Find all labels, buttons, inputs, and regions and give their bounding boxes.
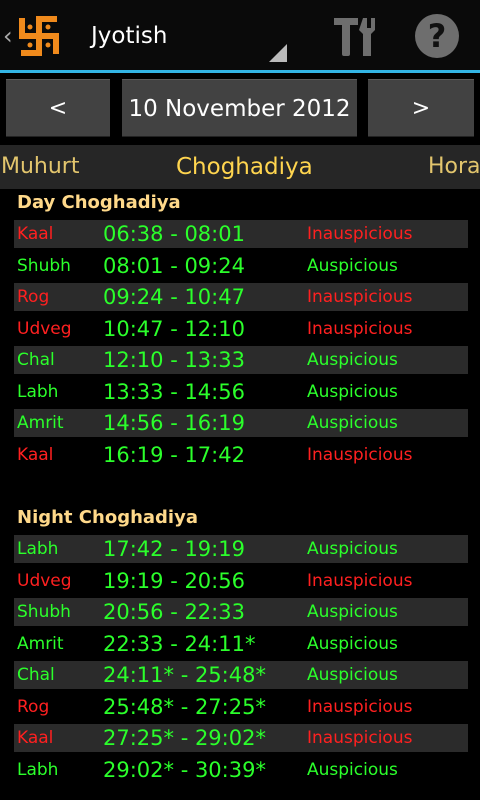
table-row: Rog 25:48* - 27:25* Inauspicious (14, 693, 465, 721)
status-label: Inauspicious (307, 318, 413, 339)
time-range: 13:33 - 14:56 (103, 379, 245, 404)
table-row: Labh 17:42 - 19:19 Auspicious (14, 535, 468, 563)
table-row: Amrit 22:33 - 24:11* Auspicious (14, 630, 465, 658)
table-row: Labh 29:02* - 30:39* Auspicious (14, 756, 465, 784)
help-icon[interactable]: ? (415, 14, 459, 58)
time-range: 17:42 - 19:19 (101, 535, 304, 563)
app-title-spinner[interactable]: Jyotish (91, 22, 167, 50)
time-range: 27:25* - 29:02* (101, 724, 304, 752)
choghadiya-name: Chal (14, 661, 101, 689)
choghadiya-name: Udveg (17, 318, 72, 339)
status-label: Auspicious (307, 759, 398, 780)
choghadiya-name: Udveg (17, 570, 72, 591)
tab-muhurt[interactable]: Muhurt (1, 145, 79, 189)
status-label: Inauspicious (307, 570, 413, 591)
choghadiya-name: Rog (17, 696, 50, 717)
time-range: 20:56 - 22:33 (101, 598, 304, 626)
choghadiya-name: Labh (17, 381, 59, 402)
choghadiya-name: Rog (14, 283, 101, 311)
time-range: 08:01 - 09:24 (103, 253, 245, 278)
choghadiya-name: Shubh (17, 255, 71, 276)
table-row: Shubh 20:56 - 22:33 Auspicious (14, 598, 468, 626)
choghadiya-name: Shubh (14, 598, 101, 626)
action-bar: ‹ Jyotish ? (0, 0, 480, 70)
date-picker-button[interactable]: 10 November 2012 (122, 79, 357, 137)
swastika-logo-icon[interactable] (17, 14, 61, 58)
next-day-button[interactable]: > (368, 79, 474, 137)
time-range: 19:19 - 20:56 (103, 568, 245, 593)
choghadiya-name: Amrit (17, 633, 64, 654)
time-range: 06:38 - 08:01 (101, 220, 304, 248)
table-row: Kaal 06:38 - 08:01 Inauspicious (14, 220, 468, 248)
status-label: Auspicious (307, 255, 398, 276)
choghadiya-name: Amrit (14, 409, 101, 437)
table-row: Amrit 14:56 - 16:19 Auspicious (14, 409, 468, 437)
status-label: Auspicious (304, 598, 468, 626)
tools-icon[interactable] (332, 14, 378, 60)
choghadiya-name: Kaal (14, 220, 101, 248)
choghadiya-name: Labh (17, 759, 59, 780)
tab-choghadiya[interactable]: Choghadiya (176, 145, 313, 189)
choghadiya-name: Chal (14, 346, 101, 374)
table-row: Kaal 27:25* - 29:02* Inauspicious (14, 724, 468, 752)
choghadiya-name: Labh (14, 535, 101, 563)
table-row: Udveg 10:47 - 12:10 Inauspicious (14, 315, 465, 343)
chevron-left-icon[interactable]: ‹ (3, 22, 13, 50)
time-range: 14:56 - 16:19 (101, 409, 304, 437)
table-row: Chal 24:11* - 25:48* Auspicious (14, 661, 468, 689)
status-label: Inauspicious (304, 220, 468, 248)
time-range: 09:24 - 10:47 (101, 283, 304, 311)
time-range: 10:47 - 12:10 (103, 316, 245, 341)
table-row: Chal 12:10 - 13:33 Auspicious (14, 346, 468, 374)
action-bar-accent-line (0, 70, 480, 73)
status-label: Auspicious (304, 346, 468, 374)
choghadiya-name: Kaal (14, 724, 101, 752)
status-label: Auspicious (307, 381, 398, 402)
table-row: Udveg 19:19 - 20:56 Inauspicious (14, 567, 465, 595)
tab-strip: Muhurt Choghadiya Hora (0, 145, 480, 189)
table-row: Shubh 08:01 - 09:24 Auspicious (14, 252, 465, 280)
status-label: Inauspicious (304, 283, 468, 311)
time-range: 22:33 - 24:11* (103, 631, 256, 656)
previous-day-button[interactable]: < (6, 79, 110, 137)
status-label: Auspicious (304, 661, 468, 689)
time-range: 25:48* - 27:25* (103, 694, 266, 719)
table-row: Rog 09:24 - 10:47 Inauspicious (14, 283, 468, 311)
status-label: Auspicious (307, 633, 398, 654)
status-label: Inauspicious (307, 696, 413, 717)
time-range: 24:11* - 25:48* (101, 661, 304, 689)
status-label: Auspicious (304, 409, 468, 437)
status-label: Inauspicious (307, 444, 413, 465)
time-range: 16:19 - 17:42 (103, 442, 245, 467)
day-choghadiya-title: Day Choghadiya (17, 192, 181, 213)
table-row: Kaal 16:19 - 17:42 Inauspicious (14, 441, 465, 469)
time-range: 29:02* - 30:39* (103, 757, 266, 782)
status-label: Inauspicious (304, 724, 468, 752)
spinner-indicator-icon (269, 44, 287, 62)
night-choghadiya-title: Night Choghadiya (17, 507, 198, 528)
status-label: Auspicious (304, 535, 468, 563)
time-range: 12:10 - 13:33 (101, 346, 304, 374)
table-row: Labh 13:33 - 14:56 Auspicious (14, 378, 465, 406)
tab-hora[interactable]: Hora (428, 145, 480, 189)
choghadiya-name: Kaal (17, 444, 54, 465)
